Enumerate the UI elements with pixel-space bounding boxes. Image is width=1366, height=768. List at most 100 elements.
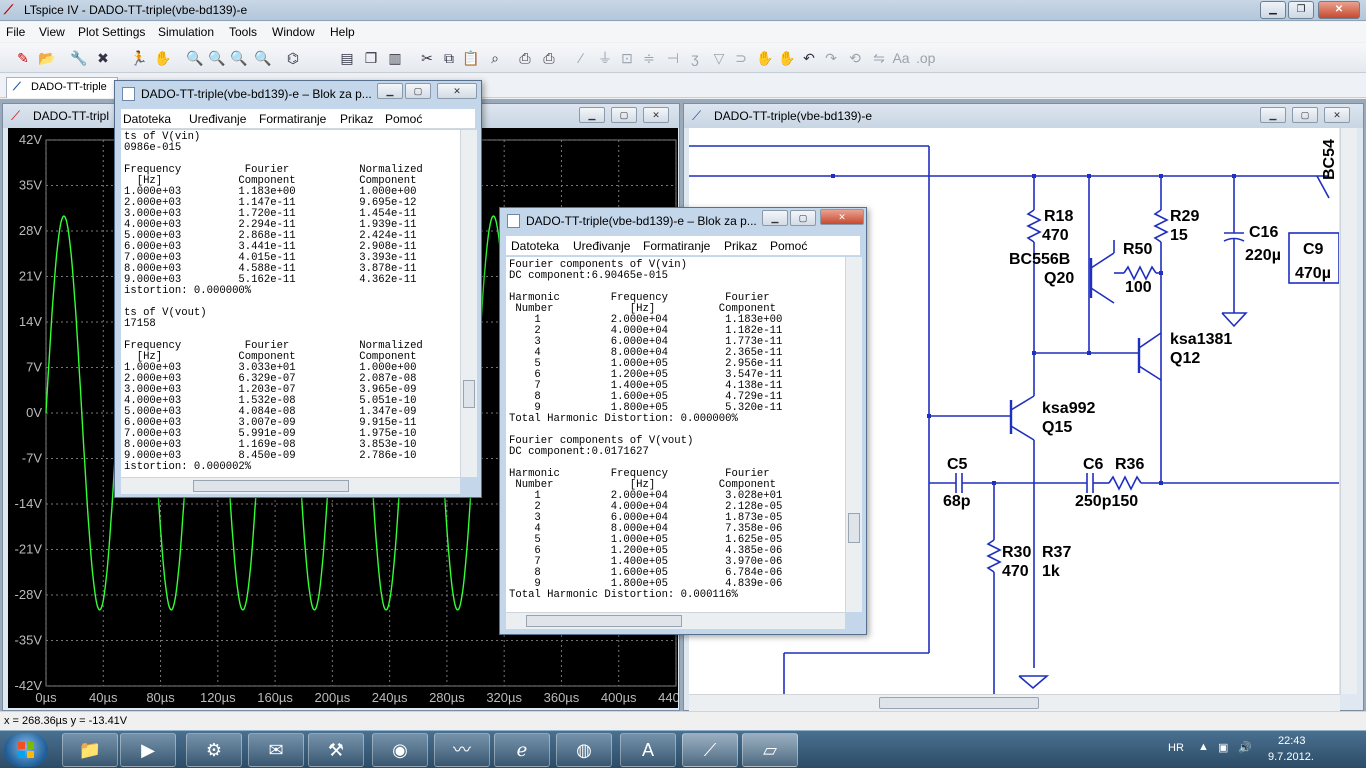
paste-icon[interactable]: 📋 [462,49,480,67]
np2-menu-uredivanje[interactable]: Uređivanje [573,239,630,253]
np1-menu-datoteka[interactable]: Datoteka [123,112,171,126]
text-icon[interactable]: Aa [892,49,910,67]
minimize-button[interactable]: ▁ [1260,1,1286,19]
notepad1-close-button[interactable]: ✕ [437,83,477,99]
copy-icon[interactable]: ⧉ [440,49,458,67]
taskbar-app-icon[interactable]: ⚙ [186,733,242,767]
restore-button[interactable]: ❐ [1288,1,1314,19]
menu-help[interactable]: Help [330,25,355,39]
notepad1-minimize-button[interactable]: ▁ [377,83,403,99]
capacitor-icon[interactable]: ⊣ [664,49,682,67]
schematic-vscroll[interactable] [1340,128,1357,694]
schematic-hscroll[interactable] [689,694,1340,711]
schematic-minimize-button[interactable]: ▁ [1260,107,1286,123]
find-icon[interactable]: ⌕ [486,49,504,67]
label-net-icon[interactable]: ⊡ [618,49,636,67]
plot-minimize-button[interactable]: ▁ [579,107,605,123]
open-icon[interactable]: 📂 [38,49,56,67]
taskbar-antivirus-icon[interactable]: ◉ [372,733,428,767]
menu-window[interactable]: Window [272,25,315,39]
taskbar-ltspice-icon[interactable]: ⟋ [682,733,738,767]
notepad2-hscroll-thumb[interactable] [526,615,682,627]
rotate-icon[interactable]: ⟲ [846,49,864,67]
np2-menu-prikaz[interactable]: Prikaz [724,239,757,253]
taskbar-mail-icon[interactable]: ✉ [248,733,304,767]
diode-icon[interactable]: ▽ [710,49,728,67]
notepad1-vscroll-thumb[interactable] [463,380,475,408]
run-icon[interactable]: ✖ [94,49,112,67]
zoom-out-icon[interactable]: 🔍 [230,49,248,67]
np2-menu-formatiranje[interactable]: Formatiranje [643,239,710,253]
clock-date[interactable]: 9.7.2012. [1268,751,1314,763]
component-icon[interactable]: ⊃ [732,49,750,67]
control-panel-icon[interactable]: 🔧 [70,49,88,67]
network-icon[interactable]: ▣ [1218,741,1228,754]
tile-horizontal-icon[interactable]: ▤ [338,49,356,67]
zoom-area-icon[interactable]: 🔍 [208,49,226,67]
notepad1-maximize-button[interactable]: ▢ [405,83,431,99]
wire-icon[interactable]: ∕ [572,49,590,67]
menu-view[interactable]: View [39,25,65,39]
clock-time[interactable]: 22:43 [1278,735,1306,747]
notepad2-text-area[interactable]: Fourier components of V(vin) DC componen… [506,257,845,612]
menu-file[interactable]: File [6,25,25,39]
taskbar-explorer-icon[interactable]: 📁 [62,733,118,767]
tab-schematic[interactable]: ⟋ DADO-TT-triple [6,77,118,98]
tray-arrow-icon[interactable]: ▲ [1198,741,1209,753]
schematic-close-button[interactable]: ✕ [1324,107,1350,123]
resistor-icon[interactable]: ≑ [640,49,658,67]
zoom-in-icon[interactable]: 🔍 [186,49,204,67]
drag-icon[interactable]: ✋ [778,49,796,67]
start-button[interactable] [4,733,48,767]
cut-icon[interactable]: ✂ [418,49,436,67]
ground-icon[interactable]: ⏚ [596,49,614,67]
notepad1-hscroll-thumb[interactable] [193,480,349,492]
close-button[interactable]: ✕ [1318,1,1360,19]
undo-icon[interactable]: ↶ [800,49,818,67]
taskbar-tool-icon[interactable]: ⚒ [308,733,364,767]
redo-icon[interactable]: ↷ [822,49,840,67]
taskbar-media-icon[interactable]: ▶ [120,733,176,767]
plot-maximize-button[interactable]: ▢ [611,107,637,123]
menu-simulation[interactable]: Simulation [158,25,214,39]
volume-icon[interactable]: 🔊 [1238,741,1252,754]
print-setup-icon[interactable]: ⎙ [516,49,534,67]
pan-icon[interactable]: ✋ [154,49,172,67]
menu-tools[interactable]: Tools [229,25,257,39]
cascade-icon[interactable]: ❐ [362,49,380,67]
schematic-hscroll-thumb[interactable] [879,697,1039,709]
notepad2-minimize-button[interactable]: ▁ [762,210,788,226]
np2-menu-pomoc[interactable]: Pomoć [770,239,807,253]
tile-vertical-icon[interactable]: ▥ [386,49,404,67]
language-indicator[interactable]: HR [1168,742,1184,754]
run-simulation-icon[interactable]: 🏃 [130,49,148,67]
menu-plot-settings[interactable]: Plot Settings [78,25,145,39]
notepad2-hscroll[interactable] [506,612,845,629]
taskbar-ie-icon[interactable]: ℯ [494,733,550,767]
mirror-icon[interactable]: ⇋ [870,49,888,67]
print-icon[interactable]: ⎙ [540,49,558,67]
notepad2-vscroll-thumb[interactable] [848,513,860,543]
taskbar-notepad-icon[interactable]: ▱ [742,733,798,767]
notepad1-text-area[interactable]: ts of V(vin) 0986e-015 Frequency Fourier… [121,130,460,477]
taskbar-scope-icon[interactable]: 〰 [434,733,490,767]
np1-menu-formatiranje[interactable]: Formatiranje [259,112,326,126]
notepad2-vscroll[interactable] [845,257,862,612]
np2-menu-datoteka[interactable]: Datoteka [511,239,559,253]
move-icon[interactable]: ✋ [756,49,774,67]
notepad1-hscroll[interactable] [121,477,460,494]
np1-menu-pomoc[interactable]: Pomoć [385,112,422,126]
notepad2-maximize-button[interactable]: ▢ [790,210,816,226]
schematic-maximize-button[interactable]: ▢ [1292,107,1318,123]
notepad1-vscroll[interactable] [460,130,477,477]
plot-close-button[interactable]: ✕ [643,107,669,123]
notepad2-close-button[interactable]: ✕ [820,209,864,225]
np1-menu-uredivanje[interactable]: Uređivanje [189,112,246,126]
autorange-icon[interactable]: ⌬ [284,49,302,67]
spice-directive-icon[interactable]: .op [916,49,935,67]
taskbar-browser-icon[interactable]: ◍ [556,733,612,767]
inductor-icon[interactable]: ʒ [686,49,704,67]
new-schematic-icon[interactable]: ✎ [14,49,32,67]
taskbar-pdf-icon[interactable]: A [620,733,676,767]
zoom-fit-icon[interactable]: 🔍 [254,49,272,67]
